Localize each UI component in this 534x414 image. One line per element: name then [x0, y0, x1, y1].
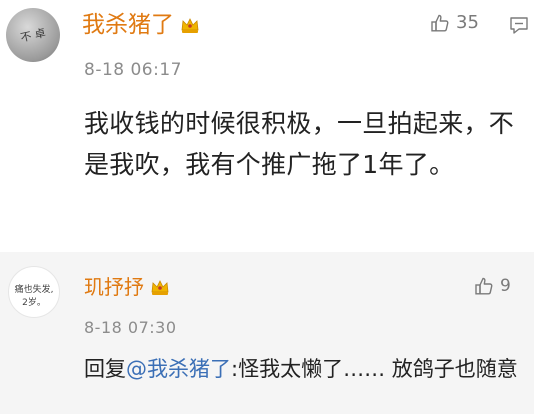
- vip-crown-icon: [181, 18, 199, 33]
- comment-card: 不 卓 我杀猪了 8-18 06:17 35 我收钱的时候很积极，一旦拍起来，不…: [0, 0, 534, 240]
- comment-timestamp: 8-18 06:17: [84, 60, 182, 80]
- like-button[interactable]: 35: [430, 12, 479, 33]
- avatar-text: 不 卓: [19, 26, 47, 45]
- like-button[interactable]: 9: [474, 276, 511, 296]
- reply-text: 回复@我杀猪了:怪我太懒了…… 放鸽子也随意: [84, 353, 524, 385]
- thumbs-up-icon: [431, 14, 449, 32]
- avatar-text-line2: 2岁。: [22, 298, 46, 308]
- avatar-text-line1: 痛也失发,: [14, 285, 54, 295]
- reply-timestamp: 8-18 07:30: [84, 318, 177, 337]
- avatar[interactable]: 不 卓: [6, 8, 60, 62]
- weibo-comment-thread: 不 卓 我杀猪了 8-18 06:17 35 我收钱的时候很积极，一旦拍起来，不…: [0, 0, 534, 414]
- mention-link[interactable]: @我杀猪了: [126, 357, 231, 381]
- vip-crown-icon: [151, 280, 169, 295]
- like-count: 35: [456, 12, 479, 33]
- thumbs-up-icon: [475, 277, 493, 295]
- comment-username[interactable]: 我杀猪了: [82, 10, 200, 40]
- username-text[interactable]: 我杀猪了: [82, 12, 174, 38]
- like-count: 9: [500, 276, 511, 296]
- reply-prefix: 回复: [84, 357, 126, 381]
- reply-card: 痛也失发, 2岁。 玑抒抒 8-18 07:30 9 回复@我杀猪了:怪我太懒了…: [0, 252, 534, 414]
- username-text[interactable]: 玑抒抒: [84, 275, 144, 299]
- reply-username[interactable]: 玑抒抒: [84, 274, 170, 300]
- comment-icon[interactable]: [508, 14, 530, 36]
- comment-text: 我收钱的时候很积极，一旦拍起来，不是我吹，我有个推广拖了1年了。: [84, 109, 515, 179]
- reply-body: :怪我太懒了…… 放鸽子也随意: [231, 357, 518, 381]
- avatar[interactable]: 痛也失发, 2岁。: [8, 266, 60, 318]
